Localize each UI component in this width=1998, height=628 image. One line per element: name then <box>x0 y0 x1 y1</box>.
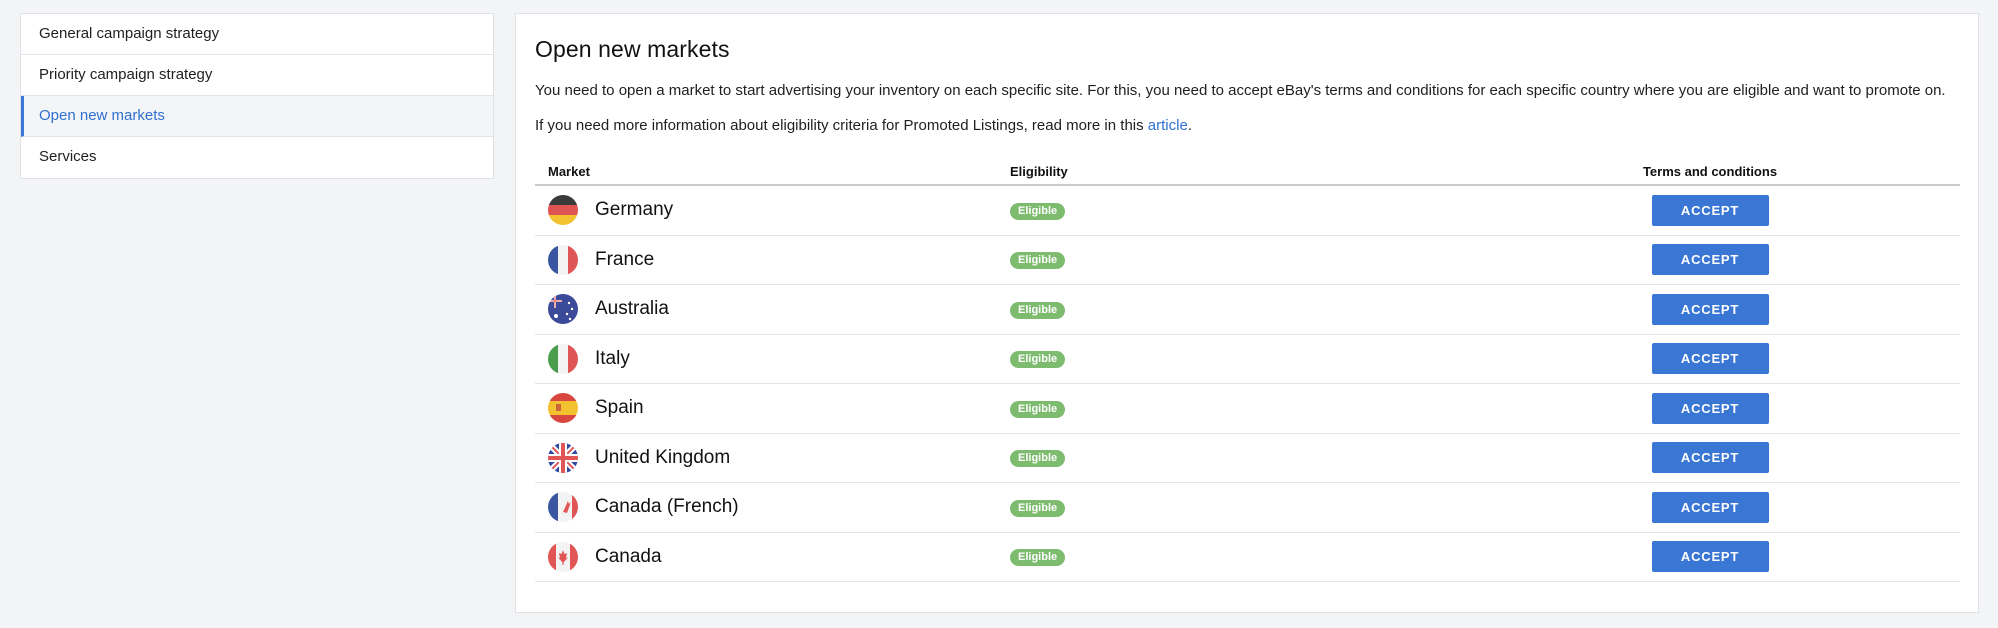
eligible-badge: Eligible <box>1010 301 1066 319</box>
market-cell: France <box>535 244 1010 275</box>
table-row: Australia Eligible ACCEPT <box>535 285 1960 335</box>
country-name: Canada (French) <box>595 496 739 518</box>
terms-cell: ACCEPT <box>1460 392 1960 424</box>
terms-cell: ACCEPT <box>1460 442 1960 474</box>
header-market: Market <box>548 164 590 179</box>
markets-table: Market Eligibility Terms and conditions … <box>535 163 1960 582</box>
market-cell: United Kingdom <box>535 442 1010 473</box>
accept-button[interactable]: ACCEPT <box>1651 491 1769 523</box>
eligibility-cell: Eligible <box>1010 448 1460 468</box>
eligible-badge: Eligible <box>1010 499 1066 517</box>
country-name: Australia <box>595 298 669 320</box>
terms-cell: ACCEPT <box>1460 244 1960 276</box>
page-title: Open new markets <box>535 36 730 62</box>
eligible-badge: Eligible <box>1010 450 1066 468</box>
spain-flag-icon <box>548 393 578 424</box>
table-row: Germany Eligible ACCEPT <box>535 186 1960 236</box>
accept-button[interactable]: ACCEPT <box>1651 194 1769 226</box>
market-cell: Canada <box>535 541 1010 572</box>
france-flag-icon <box>548 244 578 275</box>
eligibility-cell: Eligible <box>1010 201 1460 220</box>
intro-paragraph: You need to open a market to start adver… <box>535 82 1946 99</box>
canada-french-flag-icon <box>548 492 578 523</box>
market-cell: Italy <box>535 343 1010 374</box>
eligible-badge: Eligible <box>1010 400 1066 418</box>
country-name: Canada <box>595 545 662 567</box>
eligibility-cell: Eligible <box>1010 250 1460 270</box>
germany-flag-icon <box>548 195 578 226</box>
accept-button[interactable]: ACCEPT <box>1651 293 1769 325</box>
sidebar-item-general-campaign-strategy[interactable]: General campaign strategy <box>21 14 493 55</box>
eligibility-cell: Eligible <box>1010 399 1460 418</box>
eligibility-cell: Eligible <box>1010 547 1460 567</box>
eligibility-info-text: If you need more information about eligi… <box>535 117 1148 134</box>
table-row: Italy Eligible ACCEPT <box>535 335 1960 384</box>
australia-flag-icon <box>548 294 578 325</box>
eligibility-cell: Eligible <box>1010 300 1460 319</box>
main-panel: Open new markets You need to open a mark… <box>515 13 1979 613</box>
eligible-badge: Eligible <box>1010 252 1066 270</box>
canada-flag-icon <box>548 541 578 572</box>
country-name: Italy <box>595 347 630 369</box>
uk-flag-icon <box>548 442 578 473</box>
table-row: Canada (French) Eligible ACCEPT <box>535 483 1960 533</box>
sidebar-item-priority-campaign-strategy[interactable]: Priority campaign strategy <box>21 55 493 96</box>
accept-button[interactable]: ACCEPT <box>1651 442 1769 474</box>
header-terms: Terms and conditions <box>1642 164 1778 179</box>
accept-button[interactable]: ACCEPT <box>1651 343 1769 375</box>
article-link[interactable]: article <box>1148 117 1188 134</box>
market-cell: Spain <box>535 393 1010 424</box>
eligibility-info-paragraph: If you need more information about eligi… <box>535 117 1959 135</box>
eligible-badge: Eligible <box>1010 202 1066 220</box>
eligible-badge: Eligible <box>1010 351 1066 369</box>
country-name: Germany <box>595 199 674 221</box>
country-name: Spain <box>595 397 644 419</box>
eligibility-cell: Eligible <box>1010 349 1460 369</box>
sidebar-item-open-new-markets[interactable]: Open new markets <box>21 96 493 137</box>
sidebar-item-services[interactable]: Services <box>21 137 493 178</box>
accept-button[interactable]: ACCEPT <box>1651 541 1769 573</box>
table-row: France Eligible ACCEPT <box>535 236 1960 285</box>
sidebar-nav: General campaign strategy Priority campa… <box>20 13 494 179</box>
eligibility-info-suffix: . <box>1187 117 1192 134</box>
table-row: Spain Eligible ACCEPT <box>535 384 1960 434</box>
terms-cell: ACCEPT <box>1460 541 1960 573</box>
eligibility-cell: Eligible <box>1010 498 1460 517</box>
header-eligibility: Eligibility <box>1010 164 1068 179</box>
market-cell: Australia <box>535 294 1010 325</box>
terms-cell: ACCEPT <box>1460 491 1960 523</box>
accept-button[interactable]: ACCEPT <box>1651 244 1769 276</box>
market-cell: Canada (French) <box>535 492 1010 523</box>
market-cell: Germany <box>535 195 1010 226</box>
eligible-badge: Eligible <box>1010 549 1066 567</box>
country-name: France <box>595 248 655 270</box>
terms-cell: ACCEPT <box>1460 343 1960 375</box>
table-row: Canada Eligible ACCEPT <box>535 533 1960 582</box>
country-name: United Kingdom <box>595 446 731 468</box>
accept-button[interactable]: ACCEPT <box>1651 392 1769 424</box>
terms-cell: ACCEPT <box>1460 293 1960 325</box>
table-row: United Kingdom Eligible ACCEPT <box>535 434 1960 483</box>
terms-cell: ACCEPT <box>1460 194 1960 226</box>
table-header: Market Eligibility Terms and conditions <box>535 163 1960 186</box>
italy-flag-icon <box>548 343 578 374</box>
